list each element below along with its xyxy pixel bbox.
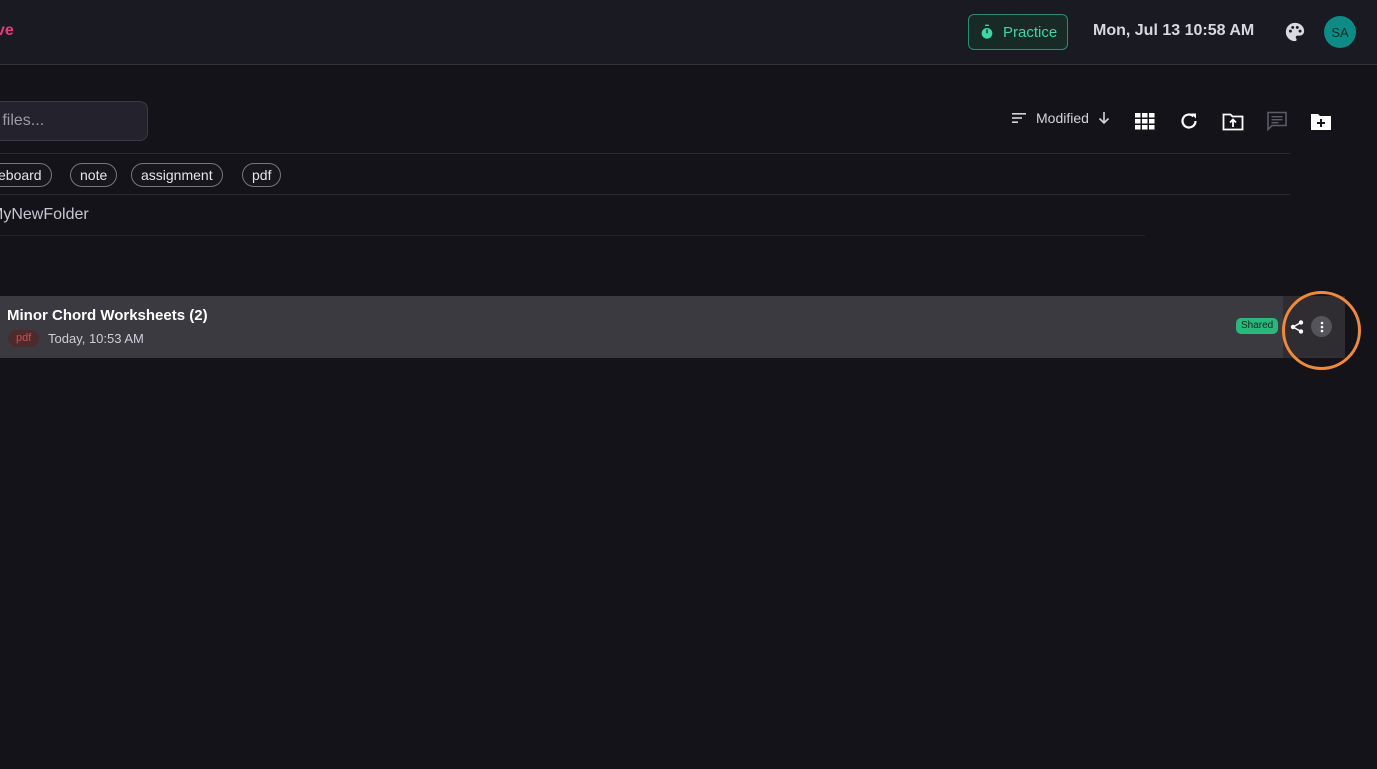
new-folder-icon[interactable] <box>1310 110 1332 132</box>
palette-icon[interactable] <box>1284 21 1306 43</box>
current-datetime: Mon, Jul 13 10:58 AM <box>1093 22 1255 39</box>
arrow-down-icon[interactable] <box>1097 110 1111 126</box>
shared-badge: Shared <box>1236 318 1279 334</box>
divider <box>0 235 1145 236</box>
tag-chip[interactable]: assignment <box>131 163 223 187</box>
grid-view-icon[interactable] <box>1134 110 1156 132</box>
upload-folder-icon[interactable] <box>1222 110 1244 132</box>
practice-label: Practice <box>1003 23 1058 41</box>
tag-chip[interactable]: pdf <box>242 163 282 187</box>
file-type-badge: pdf <box>8 330 40 347</box>
sort-label: Modified <box>1036 110 1089 126</box>
divider <box>0 153 1290 154</box>
app-logo-text[interactable]: ve <box>0 22 14 40</box>
tag-chip[interactable]: note <box>70 163 118 187</box>
top-bar: ve Practice Mon, Jul 13 10:58 AM SA <box>0 0 1377 65</box>
stopwatch-icon <box>981 24 993 39</box>
user-avatar[interactable]: SA <box>1324 16 1356 48</box>
search-box[interactable] <box>0 101 148 141</box>
folder-item[interactable]: MyNewFolder <box>0 206 89 224</box>
practice-button[interactable]: Practice <box>968 14 1068 50</box>
sort-control[interactable]: Modified <box>1010 110 1111 126</box>
file-modified-date: Today, 10:53 AM <box>48 331 144 346</box>
refresh-icon[interactable] <box>1178 110 1200 132</box>
comment-icon[interactable] <box>1266 110 1288 132</box>
search-input[interactable] <box>0 112 121 130</box>
highlight-ring <box>1282 291 1361 370</box>
file-name[interactable]: Minor Chord Worksheets (2) <box>7 307 208 324</box>
divider <box>0 194 1290 195</box>
tag-chip[interactable]: eboard <box>0 163 52 187</box>
file-row[interactable]: Minor Chord Worksheets (2) pdf Today, 10… <box>0 296 1345 358</box>
sort-icon <box>1012 113 1026 123</box>
